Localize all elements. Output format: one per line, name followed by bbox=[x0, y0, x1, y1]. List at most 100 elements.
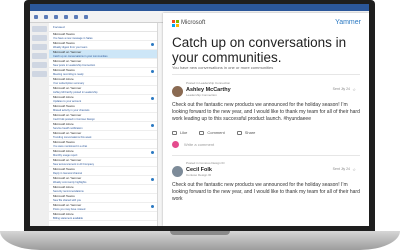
divider bbox=[172, 155, 360, 156]
comment-icon bbox=[199, 130, 205, 135]
folder-item[interactable] bbox=[32, 44, 47, 50]
message-subject: Your subscription summary bbox=[53, 81, 85, 85]
message-subject: Service health notification bbox=[53, 126, 83, 130]
list-item[interactable]: Microsoft Teams Missed activity in your c… bbox=[49, 104, 157, 113]
microsoft-logo-icon bbox=[172, 20, 179, 27]
list-item[interactable]: Microsoft Teams You were mentioned in a c… bbox=[49, 140, 157, 149]
unread-indicator-icon bbox=[151, 70, 154, 73]
avatar[interactable] bbox=[172, 86, 183, 97]
message-subject: Reply in General channel bbox=[53, 171, 83, 175]
divider bbox=[172, 74, 360, 75]
folder-item[interactable] bbox=[32, 26, 47, 32]
list-item[interactable]: Microsoft on Yammer Weekly community high… bbox=[49, 176, 157, 185]
message-subject: Monthly usage report bbox=[53, 153, 78, 157]
message-subject: Posts you may have missed bbox=[53, 207, 86, 211]
posted-in-label: Posted in Contoso Design ID bbox=[186, 161, 225, 165]
unread-indicator-icon bbox=[151, 43, 154, 46]
message-subject: Meeting recording is ready bbox=[53, 72, 84, 76]
post-actions: Like Comment Share bbox=[172, 130, 255, 135]
unread-indicator-icon bbox=[151, 178, 154, 181]
folder-item[interactable] bbox=[32, 71, 47, 77]
unread-indicator-icon bbox=[151, 124, 154, 127]
move-icon[interactable] bbox=[74, 14, 78, 19]
message-subject: Weekly digest from your team bbox=[53, 45, 88, 49]
list-item[interactable]: Microsoft Azure Billing statement availab… bbox=[49, 212, 157, 221]
message-list: Focused Microsoft Teams You have a new me… bbox=[49, 23, 158, 226]
star-icon[interactable]: ☆ bbox=[352, 87, 356, 92]
star-icon[interactable]: ☆ bbox=[352, 167, 356, 172]
folder-pane bbox=[30, 23, 50, 226]
list-item[interactable]: Microsoft Teams You have a new message in… bbox=[49, 32, 157, 41]
reply-icon[interactable] bbox=[54, 14, 58, 19]
yammer-app-name: Yammer bbox=[335, 19, 361, 26]
list-item[interactable]: Microsoft Azure Security recommendations bbox=[49, 185, 157, 194]
message-subject: Cecil Folk posted in Contoso Design bbox=[53, 117, 95, 121]
post-card: Posted in Contoso Design ID Cecil Folk C… bbox=[172, 161, 360, 226]
list-item[interactable]: Microsoft on Yammer New posts in Leadersh… bbox=[49, 59, 157, 68]
message-subject: Weekly community highlights bbox=[53, 180, 87, 184]
list-item[interactable]: Microsoft Azure Your subscription summary bbox=[49, 77, 157, 86]
share-button[interactable]: Share bbox=[236, 130, 256, 135]
list-item[interactable]: Microsoft on Yammer Posts you may have mi… bbox=[49, 203, 157, 212]
new-email-icon[interactable] bbox=[34, 14, 38, 19]
message-subject: New file shared with you bbox=[53, 198, 82, 202]
list-item[interactable]: Microsoft Azure Monthly usage report bbox=[49, 149, 157, 158]
unread-indicator-icon bbox=[151, 205, 154, 208]
share-icon bbox=[236, 130, 242, 135]
unread-indicator-icon bbox=[151, 97, 154, 100]
message-subject: Updates to your account bbox=[53, 99, 82, 103]
outlook-titlebar bbox=[30, 4, 369, 11]
post-card: Posted in Leadership Connection Ashley M… bbox=[172, 81, 360, 151]
list-item[interactable]: Microsoft Teams Reply in General channel bbox=[49, 167, 157, 176]
list-item[interactable]: Microsoft Teams Weekly digest from your t… bbox=[49, 41, 157, 50]
list-item[interactable]: Microsoft on Yammer Ashley McCarthy poste… bbox=[49, 86, 157, 95]
page-title: Catch up on conversations in your commun… bbox=[172, 35, 347, 65]
page-subtitle: You have new conversations in one or mor… bbox=[172, 65, 274, 70]
list-item[interactable]: Microsoft on Yammer Cecil Folk posted in … bbox=[49, 113, 157, 122]
message-subject: Security recommendations bbox=[53, 189, 84, 193]
unread-indicator-icon bbox=[151, 151, 154, 154]
message-subject: Trending conversations this week bbox=[53, 135, 92, 139]
list-item[interactable]: Microsoft Teams New file shared with you bbox=[49, 194, 157, 203]
message-subject: Ashley McCarthy posted in Leadership bbox=[53, 90, 98, 94]
comment-label: Comment bbox=[207, 130, 225, 135]
share-label: Share bbox=[244, 130, 256, 135]
tags-icon[interactable] bbox=[84, 14, 88, 19]
comment-input[interactable]: Write a comment bbox=[184, 142, 214, 147]
list-item[interactable]: Microsoft Azure Service health notificati… bbox=[49, 122, 157, 131]
like-icon bbox=[172, 130, 177, 135]
post-date: Sent Jly 24 bbox=[332, 167, 350, 171]
message-subject: New announcement in All Company bbox=[53, 162, 95, 166]
author-meta: Leadership Connection bbox=[186, 93, 217, 97]
list-item[interactable]: Microsoft on Yammer Catch up on conversat… bbox=[49, 50, 157, 59]
laptop-hinge-notch bbox=[170, 231, 230, 235]
folder-item[interactable] bbox=[32, 62, 47, 68]
message-subject: You have a new message in Sales bbox=[53, 36, 93, 40]
message-list-header[interactable]: Focused bbox=[49, 23, 157, 32]
message-subject: You were mentioned in a chat bbox=[53, 144, 88, 148]
post-body: Check out the fantastic new products we … bbox=[172, 182, 360, 202]
message-subject: Catch up on conversations in your commun… bbox=[53, 54, 108, 58]
avatar bbox=[172, 141, 179, 148]
avatar[interactable] bbox=[172, 166, 183, 177]
list-item[interactable]: Microsoft Azure Updates to your account bbox=[49, 95, 157, 104]
brand-name: Microsoft bbox=[181, 20, 206, 26]
delete-icon[interactable] bbox=[44, 14, 48, 19]
list-item[interactable]: Microsoft on Yammer New announcement in A… bbox=[49, 158, 157, 167]
list-item[interactable]: Microsoft Teams Meeting recording is read… bbox=[49, 68, 157, 77]
post-date: Sent Jly 24 bbox=[332, 87, 350, 91]
like-label: Like bbox=[180, 130, 188, 135]
comment-button[interactable]: Comment bbox=[199, 130, 225, 135]
comment-row[interactable]: Write a comment bbox=[172, 141, 214, 148]
message-subject: Billing statement available bbox=[53, 216, 83, 220]
post-body: Check out the fantastic new products we … bbox=[172, 102, 360, 122]
folder-item[interactable] bbox=[32, 53, 47, 59]
message-subject: Missed activity in your channels bbox=[53, 108, 90, 112]
laptop-screen: Focused Microsoft Teams You have a new me… bbox=[30, 4, 369, 226]
author-meta: Contoso Design ID bbox=[186, 173, 212, 177]
posted-in-label: Posted in Leadership Connection bbox=[186, 81, 231, 85]
folder-item[interactable] bbox=[32, 35, 47, 41]
list-item[interactable]: Microsoft on Yammer Trending conversation… bbox=[49, 131, 157, 140]
like-button[interactable]: Like bbox=[172, 130, 187, 135]
forward-icon[interactable] bbox=[64, 14, 68, 19]
